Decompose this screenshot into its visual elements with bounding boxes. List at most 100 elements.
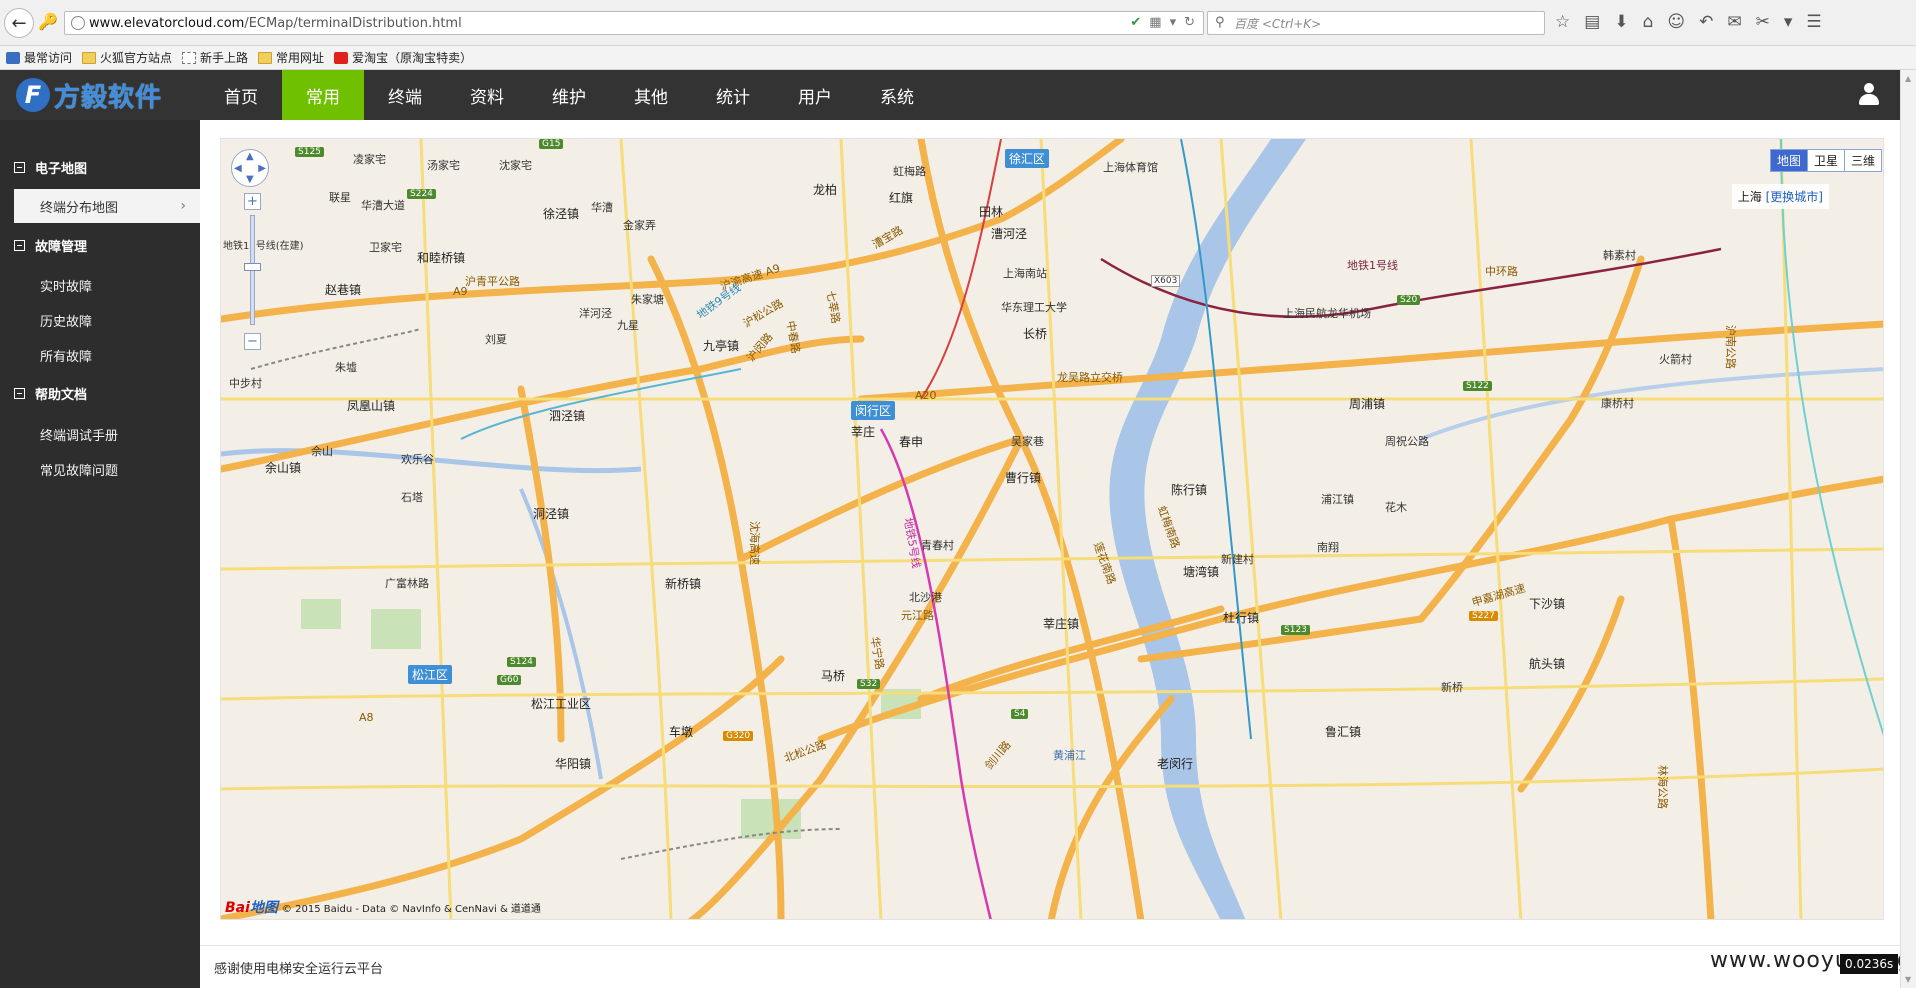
town-label: 杜行镇 xyxy=(1223,611,1260,625)
reload-icon[interactable]: ↻ xyxy=(1184,15,1195,30)
home-icon[interactable]: ⌂ xyxy=(1643,12,1654,32)
baidu-map-logo[interactable]: Bai地图 xyxy=(225,897,278,917)
town-label: 漕河泾 xyxy=(991,227,1028,241)
sidebar-section-faults[interactable]: 故障管理 xyxy=(14,235,87,255)
back-button[interactable]: ← xyxy=(4,8,34,38)
town-label: 春申 xyxy=(899,435,924,449)
dropdown-icon[interactable]: ▾ xyxy=(1170,15,1177,30)
pan-right-icon[interactable]: ▶ xyxy=(258,163,266,174)
road-shield: G320 xyxy=(723,731,754,741)
town-label: 火箭村 xyxy=(1659,353,1692,366)
bookmark-star-icon[interactable]: ☆ xyxy=(1555,12,1570,32)
road-shield: X603 xyxy=(1151,275,1181,287)
bookmarks-bar: 最常访问 火狐官方站点 新手上路 常用网址 爱淘宝（原淘宝特卖） xyxy=(0,46,1916,70)
undo-icon[interactable]: ↶ xyxy=(1699,12,1713,32)
sidebar-item-all-faults[interactable]: 所有故障 xyxy=(40,346,92,365)
pan-left-icon[interactable]: ◀ xyxy=(234,163,242,174)
download-icon[interactable]: ⬇ xyxy=(1614,12,1628,32)
sidebar-item-history-faults[interactable]: 历史故障 xyxy=(40,311,92,330)
url-bar[interactable]: www.elevatorcloud.com/ECMap/terminalDist… xyxy=(64,11,1204,35)
town-label: 航头镇 xyxy=(1529,657,1566,671)
town-label: 陈行镇 xyxy=(1171,483,1208,497)
change-city-link[interactable]: [更换城市] xyxy=(1766,190,1823,204)
sidebar: 电子地图 终端分布地图 › 故障管理 实时故障 历史故障 所有故障 帮助文档 终端… xyxy=(0,120,200,988)
map-type-map-button[interactable]: 地图 xyxy=(1770,150,1807,171)
nav-terminal[interactable]: 终端 xyxy=(364,70,446,120)
town-label: 凤凰山镇 xyxy=(347,399,396,413)
town-label: 韩素村 xyxy=(1603,249,1636,262)
menu-icon[interactable]: ☰ xyxy=(1806,12,1821,32)
page-scrollbar[interactable]: ▲ ▼ xyxy=(1900,70,1916,988)
chat-icon[interactable]: ☺ xyxy=(1667,12,1685,32)
nav-users[interactable]: 用户 xyxy=(774,70,856,120)
sidebar-section-help[interactable]: 帮助文档 xyxy=(14,383,87,403)
sidebar-item-debug-manual[interactable]: 终端调试手册 xyxy=(40,425,118,444)
folder-icon xyxy=(258,51,273,64)
security-shield-icon[interactable]: ✔ xyxy=(1130,15,1141,30)
search-input[interactable]: ⚲ 百度 <Ctrl+K> xyxy=(1207,11,1545,35)
bookmark-common-sites[interactable]: 常用网址 xyxy=(258,49,324,66)
crop-icon[interactable]: ✂ xyxy=(1756,12,1770,32)
sidebar-section-map[interactable]: 电子地图 xyxy=(14,157,87,177)
nav-maintenance[interactable]: 维护 xyxy=(528,70,610,120)
road-label: 林海公路 xyxy=(1656,765,1669,809)
bookmark-aitaobao[interactable]: 爱淘宝（原淘宝特卖） xyxy=(334,49,472,66)
map-pan-control[interactable]: ▲ ▼ ◀ ▶ xyxy=(231,149,269,187)
town-label: 周祝公路 xyxy=(1385,435,1429,448)
bookmark-firefox-site[interactable]: 火狐官方站点 xyxy=(82,49,172,66)
town-label: 老闵行 xyxy=(1157,757,1194,771)
town-label: 莘庄 xyxy=(851,425,876,439)
user-icon[interactable] xyxy=(1858,83,1880,105)
collapse-icon xyxy=(14,161,25,173)
reading-list-icon[interactable]: ▤ xyxy=(1584,12,1600,32)
nav-data[interactable]: 资料 xyxy=(446,70,528,120)
town-label: 北沙港 xyxy=(909,591,942,604)
scroll-down-icon[interactable]: ▼ xyxy=(1905,975,1911,984)
road-shield: S32 xyxy=(857,679,881,689)
pan-down-icon[interactable]: ▼ xyxy=(246,174,254,185)
collapse-icon xyxy=(14,387,25,399)
render-timer: 0.0236s xyxy=(1840,954,1899,974)
map-canvas[interactable]: 徐汇区 闵行区 松江区 凌家宅 汤家宅 沈家宅 联星 华漕大道 徐泾镇 金家弄 … xyxy=(220,138,1884,920)
town-label: 虹梅路 xyxy=(893,165,926,178)
search-placeholder: 百度 <Ctrl+K> xyxy=(1234,16,1322,31)
town-label: 浦江镇 xyxy=(1321,493,1354,506)
comment-icon[interactable]: ✉ xyxy=(1727,12,1741,32)
pan-up-icon[interactable]: ▲ xyxy=(246,151,254,162)
zoom-out-button[interactable]: − xyxy=(244,333,261,350)
current-city: 上海 xyxy=(1737,190,1762,204)
qr-code-icon[interactable]: ▦ xyxy=(1149,15,1161,30)
town-label: 洋河泾 xyxy=(579,307,612,320)
bookmark-most-visited[interactable]: 最常访问 xyxy=(6,49,72,66)
logo[interactable]: F 方毅软件 xyxy=(16,76,162,114)
zoom-slider-handle[interactable] xyxy=(244,263,261,271)
town-label: 南翔 xyxy=(1317,541,1339,554)
town-label: 鲁汇镇 xyxy=(1325,725,1362,739)
key-icon[interactable]: 🔑 xyxy=(38,12,58,31)
map-type-3d-button[interactable]: 三维 xyxy=(1843,150,1881,171)
road-shield: S123 xyxy=(1281,625,1310,635)
town-label: 华阳镇 xyxy=(555,757,592,771)
nav-common[interactable]: 常用 xyxy=(282,70,364,120)
nav-system[interactable]: 系统 xyxy=(856,70,938,120)
town-label: 金家弄 xyxy=(623,219,656,232)
road-shield: S124 xyxy=(507,657,536,667)
more-icon[interactable]: ▾ xyxy=(1784,12,1793,32)
town-label: 莘庄镇 xyxy=(1043,617,1080,631)
nav-home[interactable]: 首页 xyxy=(200,70,282,120)
district-label[interactable]: 松江区 xyxy=(408,665,453,684)
zoom-in-button[interactable]: + xyxy=(244,193,261,210)
scroll-up-icon[interactable]: ▲ xyxy=(1905,74,1911,83)
map-type-satellite-button[interactable]: 卫星 xyxy=(1806,150,1844,171)
town-label: 朱家塘 xyxy=(631,293,664,306)
nav-other[interactable]: 其他 xyxy=(610,70,692,120)
sidebar-item-common-faults[interactable]: 常见故障问题 xyxy=(40,460,118,479)
district-label[interactable]: 徐汇区 xyxy=(1005,149,1050,168)
town-label: 塘湾镇 xyxy=(1183,565,1220,579)
sidebar-item-terminal-map[interactable]: 终端分布地图 › xyxy=(14,189,200,223)
nav-statistics[interactable]: 统计 xyxy=(692,70,774,120)
town-label: 广富林路 xyxy=(385,577,429,590)
district-label[interactable]: 闵行区 xyxy=(851,401,896,420)
bookmark-getting-started[interactable]: 新手上路 xyxy=(182,49,248,66)
sidebar-item-realtime-faults[interactable]: 实时故障 xyxy=(40,276,92,295)
